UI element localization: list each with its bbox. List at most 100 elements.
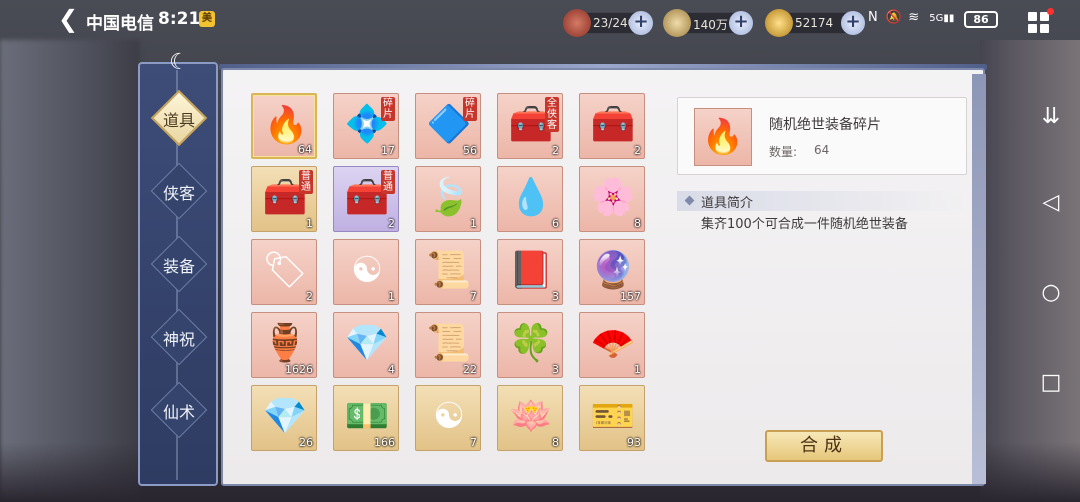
item-slot[interactable]: 🧰 普通 2 xyxy=(333,166,399,232)
item-slot[interactable]: 🧰 2 xyxy=(579,93,645,159)
item-count: 3 xyxy=(552,363,559,376)
item-count: 166 xyxy=(374,436,395,449)
craft-button[interactable]: 合成 xyxy=(765,430,883,462)
black-token-icon: ☯ xyxy=(350,250,384,291)
item-count: 1 xyxy=(306,217,313,230)
item-detail-card: 🔥 随机绝世装备碎片 数量: 64 xyxy=(677,97,967,175)
gold-ingot-icon xyxy=(765,9,793,37)
add-storage-button[interactable]: + xyxy=(629,11,653,35)
tab-label: 神祝 xyxy=(162,330,195,349)
back-button[interactable]: ❮ xyxy=(58,6,84,32)
item-count: 1626 xyxy=(285,363,313,376)
tab-spells[interactable]: 仙术 xyxy=(150,381,208,439)
item-count: 1 xyxy=(388,290,395,303)
item-slot[interactable]: 💠 碎片 17 xyxy=(333,93,399,159)
tab-heroes[interactable]: 侠客 xyxy=(150,162,208,220)
item-count: 64 xyxy=(298,143,312,156)
item-name: 随机绝世装备碎片 xyxy=(769,117,881,133)
diamond-bullet-icon xyxy=(684,195,695,206)
item-slot[interactable]: 🎫 93 xyxy=(579,385,645,451)
item-slot[interactable]: 🍃 1 xyxy=(415,166,481,232)
red-book-icon: 📕 xyxy=(508,250,554,291)
item-tag: 全侠客 xyxy=(545,97,559,132)
item-count: 26 xyxy=(299,436,313,449)
nfc-icon: N xyxy=(868,10,878,25)
green-pouch-icon: 🍃 xyxy=(426,177,472,218)
item-count: 2 xyxy=(388,217,395,230)
tab-label: 侠客 xyxy=(162,184,195,203)
item-slot[interactable]: 🏺 1626 xyxy=(251,312,317,378)
pull-down-icon[interactable]: ⇊ xyxy=(1038,104,1064,129)
background-left xyxy=(0,40,140,502)
intro-title: 道具简介 xyxy=(701,196,754,211)
item-count: 56 xyxy=(463,144,477,157)
item-slot[interactable]: 🧰 全侠客 2 xyxy=(497,93,563,159)
item-slot[interactable]: 🧰 普通 1 xyxy=(251,166,317,232)
cyan-ticket-icon: 🎫 xyxy=(590,396,636,437)
item-slot[interactable]: 💎 4 xyxy=(333,312,399,378)
item-slot[interactable]: 🪭 1 xyxy=(579,312,645,378)
mute-icon: 🔕 xyxy=(885,10,903,25)
item-count: 4 xyxy=(388,363,395,376)
fire-orb-icon: 🔥 xyxy=(694,108,752,166)
tab-blessing[interactable]: 神祝 xyxy=(150,308,208,366)
vip-badge: 美 xyxy=(199,11,215,27)
resource-value: 52174 xyxy=(795,16,834,30)
nav-recents-button[interactable]: □ xyxy=(1038,370,1064,395)
category-tabs: ☾ 道具 侠客 装备 神祝 仙术 xyxy=(138,50,218,486)
system-nav-bar: ⇊ ◁ ○ □ xyxy=(1020,90,1080,410)
cyan-pouch-icon: 💧 xyxy=(508,177,554,218)
red-chest-icon: 🧰 xyxy=(590,104,636,145)
item-slot[interactable]: 📕 3 xyxy=(497,239,563,305)
item-tag: 碎片 xyxy=(463,97,477,121)
crescent-moon-icon: ☾ xyxy=(169,50,189,75)
tab-equipment[interactable]: 装备 xyxy=(150,235,208,293)
item-count: 7 xyxy=(470,436,477,449)
item-slot[interactable]: 🌸 8 xyxy=(579,166,645,232)
water-orb-icon: 🔮 xyxy=(590,250,636,291)
item-slot[interactable]: 🍀 3 xyxy=(497,312,563,378)
intro-description: 集齐100个可合成一件随机绝世装备 xyxy=(701,217,908,232)
item-count: 8 xyxy=(552,436,559,449)
quantity-label: 数量: xyxy=(769,145,798,159)
coin-icon xyxy=(663,9,691,37)
quantity-value: 64 xyxy=(814,143,830,157)
tab-label: 道具 xyxy=(162,111,195,130)
nav-home-button[interactable]: ○ xyxy=(1038,280,1064,305)
item-slot[interactable]: 🔥 64 xyxy=(251,93,317,159)
item-count: 2 xyxy=(306,290,313,303)
item-slot[interactable]: ☯ 1 xyxy=(333,239,399,305)
add-ingots-button[interactable]: + xyxy=(841,11,865,35)
item-count: 1 xyxy=(470,217,477,230)
item-count: 7 xyxy=(470,290,477,303)
item-slot[interactable]: 💵 166 xyxy=(333,385,399,451)
nav-back-button[interactable]: ◁ xyxy=(1038,190,1064,215)
item-slot[interactable]: 📜 22 xyxy=(415,312,481,378)
item-slot[interactable]: 🔷 碎片 56 xyxy=(415,93,481,159)
resource-value: 140万 xyxy=(693,18,728,32)
item-slot[interactable]: 🪷 8 xyxy=(497,385,563,451)
pink-pouch-icon: 🌸 xyxy=(590,177,636,218)
scroll-icon: 📜 xyxy=(426,250,472,291)
resource-coins: 140万 + xyxy=(663,9,753,37)
menu-grid-button[interactable] xyxy=(1028,8,1054,34)
item-slot[interactable]: 🔮 157 xyxy=(579,239,645,305)
item-slot[interactable]: 📜 7 xyxy=(415,239,481,305)
item-slot[interactable]: 🏷 2 xyxy=(251,239,317,305)
resource-storage: 23/240 + xyxy=(563,9,653,37)
item-slot[interactable]: 💎 26 xyxy=(251,385,317,451)
signal-icon: 5G▮▮ xyxy=(929,13,955,24)
item-slot[interactable]: ☯ 7 xyxy=(415,385,481,451)
clock: 8:21 xyxy=(158,9,201,29)
tab-items[interactable]: 道具 xyxy=(150,89,208,147)
item-slot[interactable]: 💧 6 xyxy=(497,166,563,232)
item-tag: 碎片 xyxy=(381,97,395,121)
system-icons: N 🔕 ≋ 5G▮▮ 86 xyxy=(868,10,1008,32)
item-count: 8 xyxy=(634,217,641,230)
red-scroll-icon: 📜 xyxy=(426,323,472,364)
item-count: 6 xyxy=(552,217,559,230)
blue-gem-icon: 💎 xyxy=(262,396,308,437)
add-coins-button[interactable]: + xyxy=(729,11,753,35)
item-count: 2 xyxy=(552,144,559,157)
item-tag: 普通 xyxy=(381,170,395,194)
